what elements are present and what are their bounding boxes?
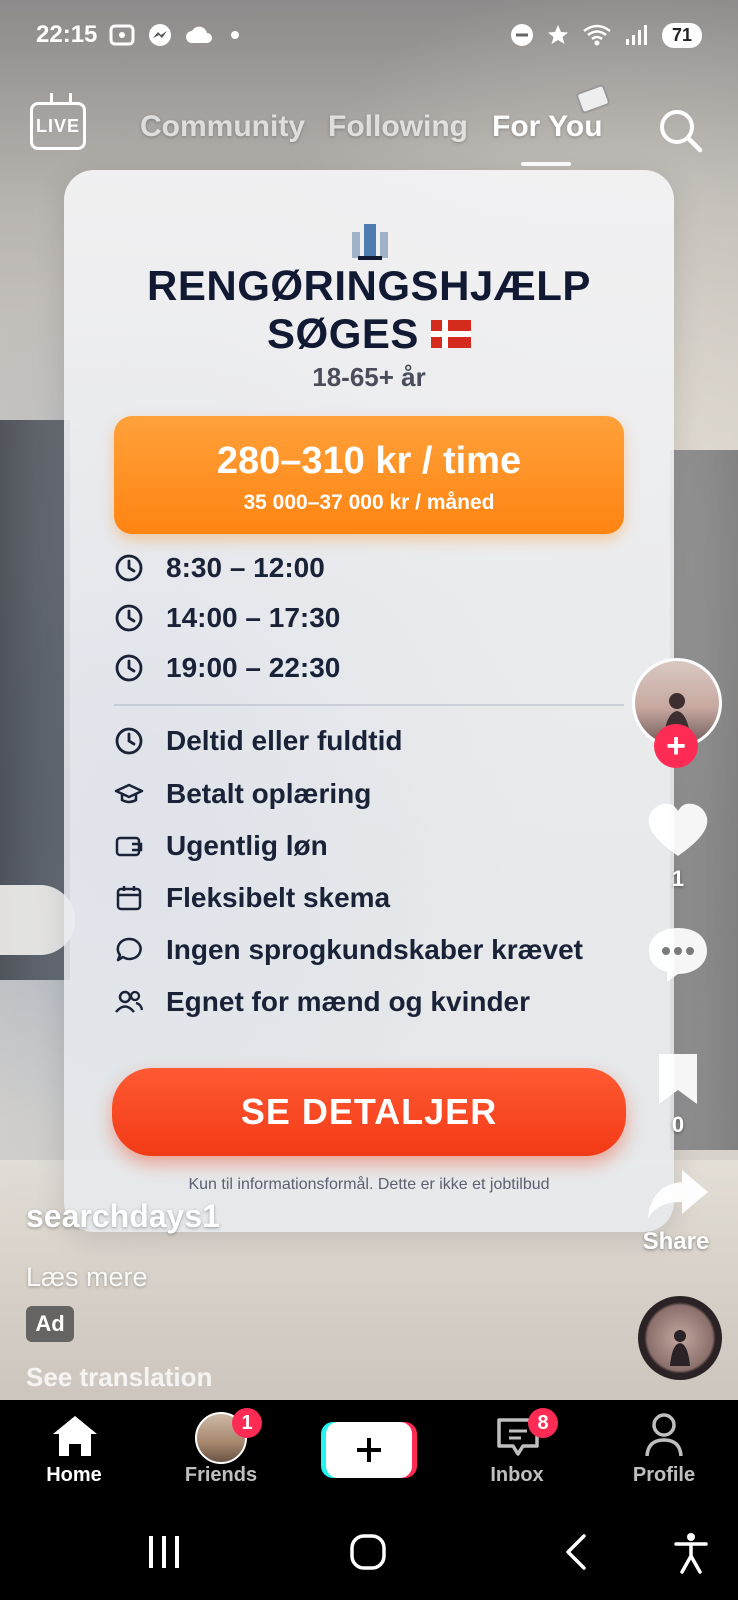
feature-label: Fleksibelt skema: [166, 882, 391, 913]
calendar-icon: [116, 886, 142, 911]
bookmark-icon: [659, 1054, 697, 1104]
top-navigation: LIVE Community Following For You: [0, 83, 738, 166]
follow-button[interactable]: +: [654, 724, 698, 768]
tab-for-you[interactable]: For You: [492, 110, 603, 144]
schedule-row: 8:30 – 12:00: [114, 552, 325, 584]
do-not-disturb-icon: [510, 24, 533, 46]
clock-icon: [115, 554, 143, 582]
nav-home-label: Home: [46, 1464, 102, 1486]
ad-title-line1: RENGØRINGSHJÆLP: [147, 262, 591, 309]
users-icon: [115, 990, 144, 1013]
feature-row: Fleksibelt skema: [114, 882, 390, 914]
tab-following[interactable]: Following: [328, 110, 468, 144]
profile-icon: [645, 1413, 683, 1457]
ad-title-line2: SØGES: [267, 310, 419, 357]
feature-row: Ugentlig løn: [114, 830, 328, 862]
tab-community[interactable]: Community: [140, 110, 305, 144]
wifi-icon: [583, 24, 611, 46]
feature-label: Ingen sprogkundskaber krævet: [166, 934, 584, 965]
feature-row: Ingen sprogkundskaber krævet: [114, 934, 583, 966]
accessibility-icon[interactable]: [674, 1532, 708, 1574]
status-bar: 22:15 71: [0, 0, 738, 70]
share-label: Share: [642, 1228, 710, 1255]
search-icon[interactable]: [656, 106, 704, 154]
screenshot-icon: [109, 24, 135, 46]
active-tab-indicator: [521, 162, 571, 166]
music-disc-silhouette-icon: [670, 1330, 690, 1366]
inbox-badge: 8: [528, 1408, 558, 1438]
nav-inbox[interactable]: Inbox: [457, 1400, 577, 1510]
bookmark-count: 0: [671, 1112, 685, 1137]
schedule-time: 14:00 – 17:30: [166, 602, 341, 633]
graduation-cap-icon: [114, 783, 144, 804]
cloud-icon: [186, 26, 213, 43]
building-logo-icon: [352, 224, 388, 260]
like-button[interactable]: [640, 800, 716, 865]
schedule-row: 14:00 – 17:30: [114, 602, 340, 634]
disclaimer-text: Kun til informationsformål. Dette er ikk…: [188, 1176, 550, 1193]
share-button[interactable]: [640, 1166, 716, 1225]
notification-dot-icon: [231, 31, 240, 39]
denmark-flag-icon: [430, 320, 471, 348]
home-system-icon[interactable]: [348, 1532, 388, 1572]
age-range: 18-65+ år: [312, 362, 426, 392]
star-icon: [547, 25, 568, 44]
live-button[interactable]: LIVE: [30, 102, 86, 150]
feature-label: Ugentlig løn: [166, 830, 328, 861]
back-icon[interactable]: [560, 1532, 590, 1572]
nav-friends-label: Friends: [184, 1464, 258, 1486]
nav-home[interactable]: Home: [14, 1400, 134, 1510]
wallet-icon: [115, 836, 143, 857]
clock-icon: [115, 654, 143, 682]
status-time: 22:15: [36, 21, 98, 48]
nav-inbox-label: Inbox: [490, 1464, 544, 1486]
schedule-time: 8:30 – 12:00: [166, 552, 325, 583]
plus-icon: [357, 1438, 381, 1462]
ad-title: RENGØRINGSHJÆLP SØGES: [64, 262, 674, 358]
see-translation-link[interactable]: See translation: [26, 1362, 212, 1393]
monthly-pay: 35 000–37 000 kr / måned: [243, 491, 495, 514]
comment-button[interactable]: [640, 924, 716, 989]
feature-label: Egnet for mænd og kvinder: [166, 986, 531, 1017]
nav-profile[interactable]: Profile: [604, 1400, 724, 1510]
messenger-icon: [149, 24, 172, 46]
live-label: LIVE: [35, 115, 80, 136]
nav-profile-label: Profile: [632, 1464, 696, 1486]
home-icon: [53, 1416, 97, 1456]
hourly-pay: 280–310 kr / time: [216, 440, 522, 482]
feature-label: Betalt oplæring: [166, 778, 372, 809]
chat-bubble-icon: [116, 937, 142, 962]
feature-row: Egnet for mænd og kvinder: [114, 986, 530, 1018]
like-count: 1: [671, 866, 685, 891]
divider: [114, 704, 624, 706]
schedule-row: 19:00 – 22:30: [114, 652, 340, 684]
recent-apps-icon[interactable]: [146, 1532, 182, 1572]
bottom-navigation: Home Friends 1 Inbox 8 Profile: [0, 1400, 738, 1510]
comment-icon: [649, 928, 707, 982]
ad-badge: Ad: [26, 1306, 74, 1342]
signal-icon: [625, 25, 647, 45]
create-post-button[interactable]: [326, 1422, 412, 1478]
author-username[interactable]: searchdays1: [26, 1198, 220, 1235]
clock-icon: [115, 727, 143, 755]
system-navigation: [0, 1510, 738, 1600]
see-details-button[interactable]: SE DETALJER: [112, 1068, 626, 1156]
share-arrow-icon: [648, 1170, 708, 1218]
read-more-link[interactable]: Læs mere: [26, 1262, 148, 1293]
feature-row: Deltid eller fuldtid: [114, 725, 402, 757]
schedule-time: 19:00 – 22:30: [166, 652, 341, 683]
clock-icon: [115, 604, 143, 632]
music-disc[interactable]: [638, 1296, 722, 1380]
feature-label: Deltid eller fuldtid: [166, 725, 403, 756]
friends-badge: 1: [232, 1408, 262, 1438]
battery-indicator: 71: [661, 22, 702, 48]
heart-icon: [648, 803, 708, 856]
bookmark-button[interactable]: [640, 1050, 716, 1113]
feature-row: Betalt oplæring: [114, 778, 371, 810]
ad-card[interactable]: RENGØRINGSHJÆLP SØGES 18-65+ år 280–310 …: [64, 170, 674, 1232]
pay-box: 280–310 kr / time 35 000–37 000 kr / mån…: [114, 416, 624, 534]
